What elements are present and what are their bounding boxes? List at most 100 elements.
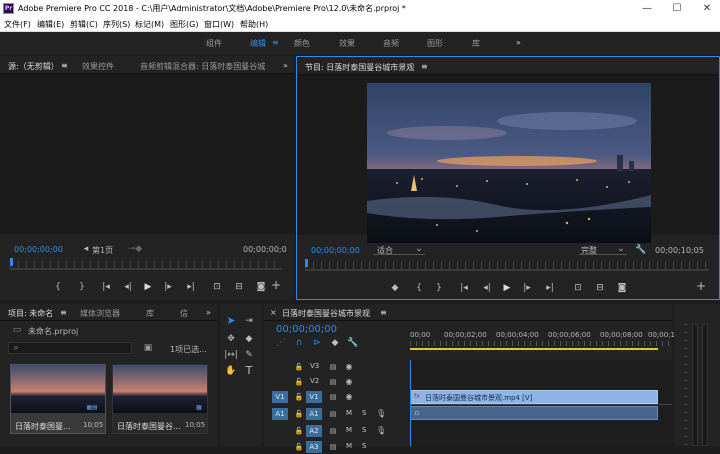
source-time-ruler[interactable] (10, 258, 282, 270)
audio-clip[interactable]: ▫ (410, 406, 658, 420)
maximize-button[interactable]: ☐ (666, 2, 688, 15)
go-to-out-icon[interactable]: ▸| (543, 283, 557, 293)
snap-icon[interactable]: ∩ (292, 338, 306, 348)
source-tab-menu-icon[interactable]: ≡ (61, 61, 68, 70)
workspace-more-icon[interactable]: » (516, 38, 521, 47)
source-patch-a1[interactable]: A1 (272, 408, 288, 420)
eye-icon[interactable]: ◉ (344, 362, 354, 372)
source-patch-v1[interactable]: V1 (272, 391, 288, 403)
solo-button[interactable]: S (362, 426, 366, 434)
tab-audio-clip-mixer[interactable]: 音频剪辑混合器: 日落时泰国曼谷城 (140, 61, 265, 72)
sync-lock-icon[interactable]: ▤ (328, 392, 338, 402)
mute-button[interactable]: M (346, 442, 352, 450)
nest-icon[interactable]: ⋰ (274, 338, 288, 348)
tab-effect-controls[interactable]: 效果控件 (82, 61, 114, 72)
lift-icon[interactable]: ⊡ (571, 283, 585, 293)
tab-project[interactable]: 项目: 未命名 (8, 308, 53, 319)
lock-icon[interactable]: 🔓 (294, 362, 304, 372)
menu-edit[interactable]: 编辑(E) (37, 19, 64, 30)
sync-lock-icon[interactable]: ▤ (328, 377, 338, 387)
lock-icon[interactable]: 🔓 (294, 426, 304, 436)
workspace-editing[interactable]: 编辑 (250, 38, 266, 49)
timeline-sequence-tab[interactable]: 日落时泰国曼谷城市景观 (282, 308, 370, 319)
workspace-assembly[interactable]: 组件 (206, 38, 222, 49)
timeline-close-icon[interactable]: × (270, 308, 277, 317)
track-target-a2[interactable]: A2 (306, 425, 322, 437)
sync-lock-icon[interactable]: ▤ (328, 426, 338, 436)
tab-media-browser[interactable]: 媒体浏览器 (80, 308, 120, 319)
sync-lock-icon[interactable]: ▤ (328, 409, 338, 419)
lock-icon[interactable]: 🔓 (294, 409, 304, 419)
menu-window[interactable]: 窗口(W) (204, 19, 234, 30)
menu-clip[interactable]: 剪辑(C) (70, 19, 98, 30)
lock-icon[interactable]: 🔓 (294, 377, 304, 387)
go-to-in-icon[interactable]: |◂ (457, 283, 471, 293)
program-menu-icon[interactable]: ≡ (421, 62, 428, 71)
mute-button[interactable]: M (346, 409, 352, 417)
lock-icon[interactable]: 🔓 (294, 392, 304, 402)
timeline-ruler[interactable]: 00;00 00;00;02;00 00;00;04;00 00;00;06;0… (410, 328, 679, 348)
close-button[interactable]: ✕ (696, 2, 718, 15)
step-forward-icon[interactable]: |▸ (162, 282, 174, 292)
go-to-out-icon[interactable]: ▸| (184, 282, 198, 292)
mark-out-icon[interactable]: } (76, 282, 88, 292)
step-forward-icon[interactable]: |▸ (521, 283, 533, 293)
mute-button[interactable]: M (346, 426, 352, 434)
new-bin-icon[interactable]: ▣ (142, 343, 154, 353)
add-marker-icon[interactable]: ◆ (389, 283, 401, 293)
razor-tool-icon[interactable]: ◆ (242, 334, 256, 344)
sync-lock-icon[interactable]: ▤ (328, 442, 338, 452)
extract-icon[interactable]: ⊟ (593, 283, 607, 293)
work-area-bar[interactable] (410, 348, 658, 350)
program-quality-select[interactable]: 完整 ⌄ (579, 243, 627, 255)
wrench-icon[interactable]: 🔧 (635, 245, 647, 255)
hand-tool-icon[interactable]: ✋ (224, 366, 238, 376)
timeline-settings-icon[interactable]: 🔧 (346, 338, 360, 348)
playhead[interactable] (410, 360, 411, 446)
ripple-edit-tool-icon[interactable]: ✥ (224, 334, 238, 344)
tab-source[interactable]: 源:（无剪辑） (8, 61, 59, 72)
menu-marker[interactable]: 标记(M) (135, 19, 164, 30)
step-back-icon[interactable]: ◂| (122, 282, 134, 292)
mark-in-icon[interactable]: { (413, 283, 425, 293)
selection-tool-icon[interactable]: ➤ (224, 315, 238, 326)
workspace-graphics[interactable]: 图形 (427, 38, 443, 49)
video-clip[interactable]: fx 日落时泰国曼谷城市景观.mp4 [V] (410, 390, 658, 404)
project-clip-thumbnail-1[interactable]: ▦▤ 日落时泰国曼... 10;05 (10, 364, 106, 434)
program-timecode[interactable]: 00;00;00;00 (311, 246, 360, 255)
minimize-button[interactable]: — (636, 2, 658, 15)
tab-libraries[interactable]: 库 (146, 308, 154, 319)
source-page-label[interactable]: 第1页 (92, 245, 113, 256)
eye-icon[interactable]: ◉ (344, 377, 354, 387)
camera-icon[interactable]: ◙ (615, 283, 629, 293)
mark-in-icon[interactable]: { (52, 282, 64, 292)
step-back-icon[interactable]: ◂| (481, 283, 493, 293)
solo-button[interactable]: S (362, 442, 366, 450)
workspace-color[interactable]: 颜色 (294, 38, 310, 49)
timeline-timecode[interactable]: 00;00;00;00 (276, 324, 337, 335)
timeline-menu-icon[interactable]: ≡ (380, 308, 387, 317)
pen-tool-icon[interactable]: ✎ (242, 350, 256, 360)
workspace-effects[interactable]: 效果 (339, 38, 355, 49)
program-zoom-select[interactable]: 适合 ⌄ (373, 243, 425, 255)
menu-help[interactable]: 帮助(H) (240, 19, 268, 30)
workspace-audio[interactable]: 音频 (383, 38, 399, 49)
project-search-input[interactable]: ⌕ (8, 342, 132, 354)
source-zoom-icon[interactable]: ⊸◆ (124, 244, 146, 254)
program-time-ruler[interactable] (305, 259, 709, 271)
overwrite-icon[interactable]: ⊟ (232, 282, 246, 292)
track-target-a3[interactable]: A3 (306, 441, 322, 453)
lock-icon[interactable]: 🔓 (294, 442, 304, 452)
add-button-icon[interactable]: + (695, 280, 707, 292)
microphone-icon[interactable]: 🎙 (376, 409, 386, 419)
play-icon[interactable]: ▶ (501, 283, 513, 293)
project-more-icon[interactable]: » (206, 308, 211, 317)
microphone-icon[interactable]: 🎙 (376, 426, 386, 436)
workspace-libraries[interactable]: 库 (472, 38, 480, 49)
add-button-icon[interactable]: + (270, 279, 282, 291)
track-target-a1[interactable]: A1 (306, 408, 322, 420)
go-to-in-icon[interactable]: |◂ (99, 282, 113, 292)
add-marker-icon[interactable]: ◆ (328, 338, 342, 348)
solo-button[interactable]: S (362, 409, 366, 417)
slip-tool-icon[interactable]: |↔| (224, 350, 238, 360)
